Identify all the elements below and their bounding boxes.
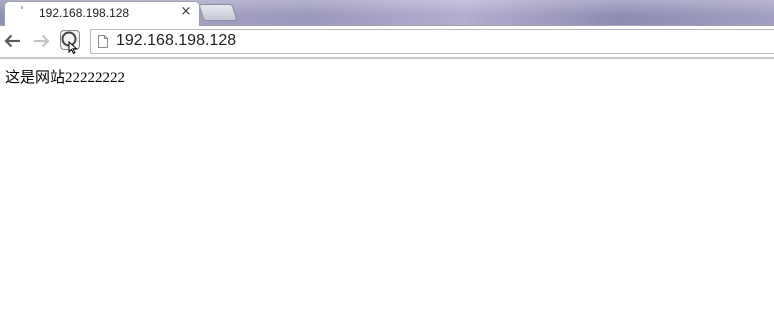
address-text: 192.168.198.128: [116, 32, 237, 49]
back-arrow-icon: [4, 34, 20, 48]
toolbar: 192.168.198.128: [0, 25, 774, 57]
back-button[interactable]: [2, 30, 24, 52]
close-icon[interactable]: ×: [179, 5, 193, 19]
new-tab-button[interactable]: [198, 4, 238, 21]
address-bar[interactable]: 192.168.198.128: [90, 29, 774, 54]
forward-button[interactable]: [30, 30, 52, 52]
loading-spinner-icon: [19, 5, 29, 15]
page-icon: [98, 35, 108, 48]
tab-active[interactable]: 192.168.198.128 ×: [4, 1, 200, 26]
page-body-text: 这是网站22222222: [5, 70, 126, 86]
reload-button[interactable]: [58, 28, 84, 54]
tab-title: 192.168.198.128: [39, 6, 130, 20]
toolbar-divider: [0, 57, 774, 59]
reload-icon: [61, 31, 78, 54]
forward-arrow-icon: [34, 34, 50, 48]
